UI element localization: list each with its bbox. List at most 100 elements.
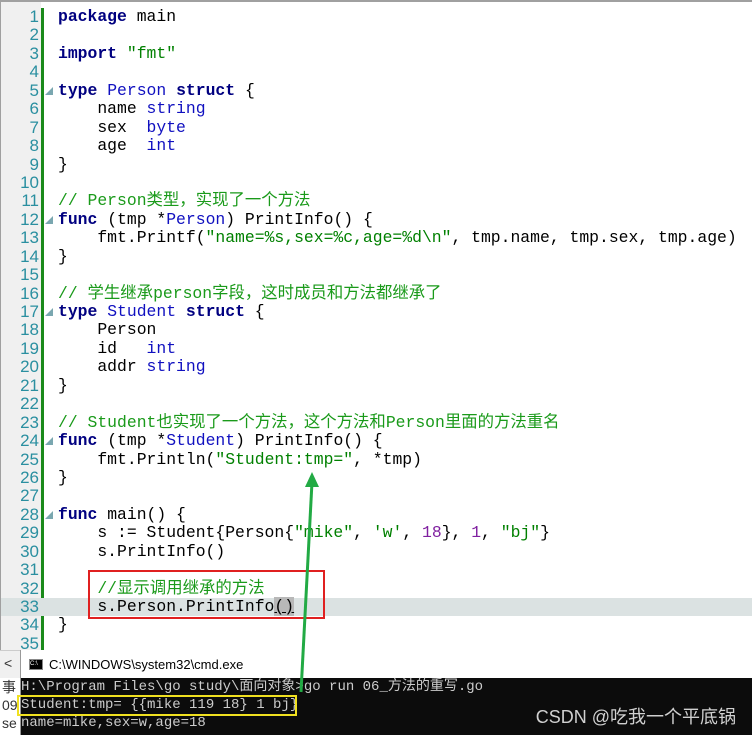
code-text: func (tmp *Student) PrintInfo() {	[58, 431, 383, 451]
code-line[interactable]: 9}	[1, 154, 752, 174]
code-token: // Student也实现了一个方法，这个方法和Person里面的方法重名	[58, 412, 560, 432]
cmd-title: C:\WINDOWS\system32\cmd.exe	[49, 656, 244, 672]
code-line[interactable]: 22	[1, 394, 752, 414]
panel-text: se	[2, 715, 17, 731]
line-number: 26	[20, 467, 39, 487]
code-lines[interactable]: 1 package main 2 3 import "fmt" 4 5 type Person…	[1, 7, 752, 653]
code-token: , *tmp)	[353, 449, 422, 469]
code-token: 18	[422, 523, 442, 543]
code-line[interactable]: 18 Person	[1, 320, 752, 339]
line-number: 11	[21, 191, 39, 211]
code-line[interactable]: 8 age int	[1, 136, 752, 155]
code-text: fmt.Println("Student:tmp=", *tmp)	[58, 449, 422, 469]
code-text: import "fmt"	[58, 44, 176, 63]
code-line[interactable]: 19 id int	[1, 339, 752, 358]
fold-icon[interactable]	[45, 215, 53, 224]
code-line[interactable]: 24 func (tmp *Student) PrintInfo() {	[1, 431, 752, 451]
code-token: {	[235, 80, 255, 100]
panel-text: 事	[2, 679, 16, 695]
code-line[interactable]: 2	[1, 25, 752, 45]
line-number: 22	[20, 394, 39, 414]
code-token: s.PrintInfo()	[58, 541, 226, 561]
code-line[interactable]: 14}	[1, 247, 752, 266]
code-token: func	[58, 504, 98, 524]
scroll-left-icon[interactable]: <	[4, 655, 12, 671]
code-token: }	[58, 467, 68, 487]
code-line[interactable]: 1 package main	[1, 7, 752, 26]
code-line[interactable]: 23 // Student也实现了一个方法，这个方法和Person里面的方法重名	[1, 412, 752, 432]
code-editor[interactable]: 1 package main 2 3 import "fmt" 4 5 type Person…	[0, 0, 752, 653]
code-line[interactable]: 4	[1, 62, 752, 81]
cmd-title-bar[interactable]: C:\ C:\WINDOWS\system32\cmd.exe	[21, 650, 752, 678]
code-line[interactable]: 15	[1, 265, 752, 285]
code-text: fmt.Printf("name=%s,sex=%c,age=%d\n", tm…	[58, 229, 736, 247]
code-token: // Person类型，实现了一个方法	[58, 191, 311, 211]
code-line[interactable]: 21}	[1, 376, 752, 395]
highlight-box-yellow	[17, 695, 297, 716]
code-line[interactable]: 30 s.PrintInfo()	[1, 541, 752, 561]
code-token: ,	[481, 523, 501, 543]
code-text: package main	[58, 7, 177, 26]
line-number: 9	[29, 154, 39, 174]
code-line[interactable]: 10	[1, 172, 752, 192]
fold-icon[interactable]	[45, 308, 53, 316]
code-line[interactable]: 17 type Student struct {	[1, 302, 752, 321]
line-number: 10	[20, 172, 39, 192]
fold-icon[interactable]	[45, 510, 53, 519]
code-line[interactable]: 28 func main() {	[1, 504, 752, 524]
line-number: 16	[20, 283, 39, 303]
code-token: main() {	[97, 504, 186, 524]
line-number: 2	[29, 25, 39, 45]
code-line[interactable]: 13 fmt.Printf("name=%s,sex=%c,age=%d\n",…	[1, 228, 752, 247]
code-line[interactable]: 6 name string	[1, 99, 752, 118]
code-token: package	[58, 7, 127, 26]
code-text: age int	[58, 136, 176, 155]
code-token: struct	[176, 80, 236, 100]
fold-icon[interactable]	[45, 86, 53, 95]
code-line[interactable]: 20 addr string	[1, 357, 752, 376]
code-line[interactable]: 5 type Person struct {	[1, 80, 752, 100]
code-text: type Student struct {	[58, 302, 265, 321]
code-line[interactable]: 11 // Person类型，实现了一个方法	[1, 191, 752, 211]
code-text: func (tmp *Person) PrintInfo() {	[58, 210, 373, 229]
code-token: 1	[471, 523, 482, 543]
line-number: 28	[20, 504, 39, 524]
code-token: sex	[58, 117, 147, 137]
code-token: }	[58, 615, 68, 635]
code-token: ,	[402, 523, 422, 543]
code-line[interactable]: 29 s := Student{Person{"mike", 'w', 18},…	[1, 523, 752, 543]
code-text: s.PrintInfo()	[58, 541, 226, 561]
highlight-box-red	[88, 570, 325, 619]
fold-icon[interactable]	[45, 437, 53, 446]
code-line[interactable]: 26}	[1, 467, 752, 487]
watermark: CSDN @吃我一个平底锅	[535, 707, 736, 727]
code-text: // Student也实现了一个方法，这个方法和Person里面的方法重名	[58, 412, 560, 432]
code-token: Student	[166, 431, 236, 451]
code-line[interactable]: 12 func (tmp *Person) PrintInfo() {	[1, 209, 752, 229]
line-number: 15	[20, 265, 39, 285]
line-number: 23	[20, 412, 39, 432]
line-number: 34	[20, 615, 39, 635]
code-token: (tmp *	[97, 431, 167, 451]
code-line[interactable]: 7 sex byte	[1, 117, 752, 137]
code-line[interactable]: 27	[1, 486, 752, 505]
code-line[interactable]: 25 fmt.Println("Student:tmp=", *tmp)	[1, 449, 752, 469]
line-number: 25	[20, 449, 39, 469]
code-text: }	[58, 616, 68, 634]
code-token: Student	[107, 302, 177, 321]
code-text: }	[58, 155, 68, 174]
line-number: 12	[20, 209, 39, 229]
line-number: 7	[29, 117, 39, 137]
code-text: addr string	[58, 358, 205, 376]
code-token: // 学生继承person字段，这时成员和方法都继承了	[58, 283, 442, 303]
code-line[interactable]: 3 import "fmt"	[1, 44, 752, 63]
console-icon: C:\	[29, 658, 43, 670]
code-line[interactable]: 34}	[1, 615, 752, 635]
line-number: 30	[20, 541, 39, 561]
code-token: main	[126, 7, 177, 26]
code-line[interactable]: 16 // 学生继承person字段，这时成员和方法都继承了	[1, 283, 752, 303]
code-text: // Person类型，实现了一个方法	[58, 192, 310, 210]
code-token: "Student:tmp="	[215, 449, 354, 469]
